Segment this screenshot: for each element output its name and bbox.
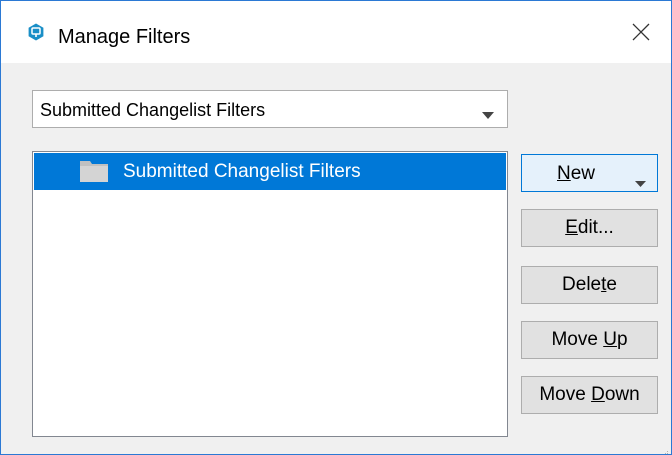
close-icon: [632, 23, 650, 41]
delete-button-label: Delete: [562, 274, 617, 295]
chevron-down-icon: [635, 171, 646, 193]
close-button[interactable]: [611, 1, 671, 63]
filter-tree[interactable]: Submitted Changelist Filters: [32, 151, 508, 437]
edit-button[interactable]: Edit...: [521, 209, 658, 247]
p4-app-icon: [27, 23, 45, 41]
manage-filters-dialog: Manage Filters Submitted Changelist Filt…: [0, 0, 672, 455]
window-title: Manage Filters: [58, 26, 191, 48]
filter-type-dropdown[interactable]: Submitted Changelist Filters: [32, 90, 508, 128]
tree-item-label: Submitted Changelist Filters: [123, 161, 361, 182]
new-button[interactable]: New: [521, 154, 658, 192]
title-bar: Manage Filters: [1, 1, 671, 63]
move-up-button-label: Move Up: [551, 329, 628, 350]
filter-type-selected: Submitted Changelist Filters: [40, 100, 266, 120]
move-down-button-label: Move Down: [539, 384, 640, 405]
move-up-button[interactable]: Move Up: [521, 321, 658, 359]
tree-item-submitted-changelist-filters[interactable]: Submitted Changelist Filters: [34, 153, 506, 190]
folder-icon: [80, 161, 108, 182]
resize-grip-icon[interactable]: [661, 444, 669, 454]
move-down-button[interactable]: Move Down: [521, 376, 658, 414]
edit-button-label: Edit...: [565, 217, 614, 238]
new-button-label: New: [557, 163, 596, 184]
chevron-down-icon: [482, 106, 494, 124]
delete-button[interactable]: Delete: [521, 266, 658, 304]
